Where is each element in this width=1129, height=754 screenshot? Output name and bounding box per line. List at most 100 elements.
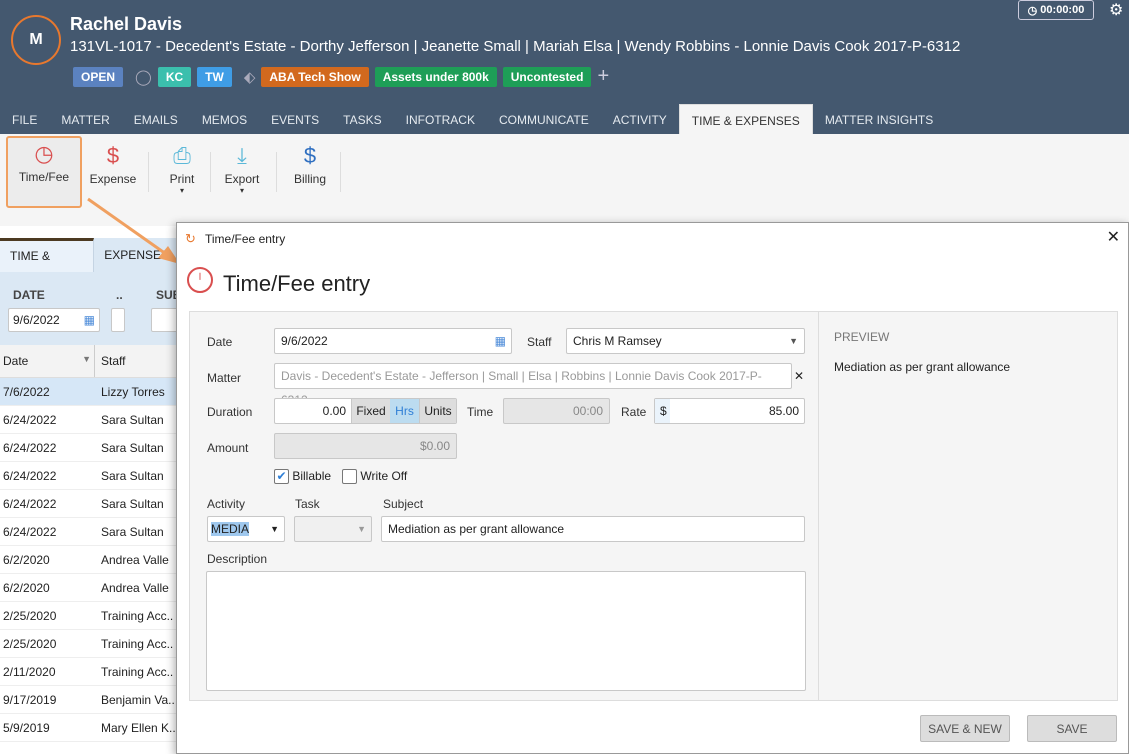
- cell-staff: Benjamin Va..: [101, 692, 175, 707]
- time-fee-dialog: ↻ Time/Fee entry ✕ ╵ Time/Fee entry PREV…: [176, 222, 1129, 754]
- cell-staff: Andrea Valle: [101, 552, 169, 567]
- save-button[interactable]: SAVE: [1027, 715, 1117, 742]
- billing-button[interactable]: $ Billing: [288, 140, 332, 186]
- table-row[interactable]: 2/11/2020 Training Acc..: [0, 658, 180, 686]
- table-row[interactable]: 9/17/2019 Benjamin Va..: [0, 686, 180, 714]
- cell-date: 6/24/2022: [3, 440, 57, 455]
- callout-arrow: [87, 197, 180, 264]
- date-input[interactable]: 9/6/2022 ▦: [274, 328, 512, 354]
- tag-badge[interactable]: ABA Tech Show: [261, 66, 369, 87]
- tab-infotrack[interactable]: INFOTRACK: [394, 104, 487, 134]
- sort-icon: ▼: [82, 354, 91, 364]
- chevron-down-icon: ▼: [270, 524, 279, 534]
- cell-staff: Sara Sultan: [101, 496, 164, 511]
- matter-input[interactable]: Davis - Decedent's Estate - Jefferson | …: [274, 363, 792, 407]
- tab-time-expenses[interactable]: TIME & EXPENSES: [678, 104, 813, 134]
- table-row[interactable]: 7/6/2022 Lizzy Torres: [0, 378, 180, 406]
- cell-date: 9/17/2019: [3, 692, 57, 707]
- subject-input[interactable]: Mediation as per grant allowance: [381, 516, 805, 542]
- duration-input[interactable]: 0.00: [275, 399, 351, 423]
- download-icon: ⤓: [237, 143, 247, 168]
- rate-input[interactable]: $85.00: [654, 398, 805, 424]
- timer-button[interactable]: ◷ 00:00:00: [1018, 0, 1094, 20]
- duration-mode-units[interactable]: Units: [419, 399, 456, 423]
- clock-icon: ◷: [1027, 4, 1041, 17]
- close-button[interactable]: ✕: [1107, 227, 1120, 247]
- cell-staff: Sara Sultan: [101, 412, 164, 427]
- preview-label: PREVIEW: [834, 330, 890, 344]
- export-button[interactable]: ⤓ Export ▾: [220, 140, 264, 195]
- clear-matter-button[interactable]: ✕: [794, 369, 804, 383]
- chevron-down-icon: ▼: [789, 336, 798, 346]
- table-row[interactable]: 6/24/2022 Sara Sultan: [0, 518, 180, 546]
- add-tag-button[interactable]: +: [597, 65, 609, 88]
- activity-select[interactable]: MEDIA ▼: [207, 516, 285, 542]
- cell-date: 6/2/2020: [3, 580, 50, 595]
- cell-date: 2/25/2020: [3, 636, 57, 651]
- write-off-checkbox[interactable]: Write Off: [342, 469, 407, 485]
- tab-events[interactable]: EVENTS: [259, 104, 331, 134]
- cell-staff: Andrea Valle: [101, 580, 169, 595]
- cell-date: 6/24/2022: [3, 496, 57, 511]
- table-row[interactable]: 6/24/2022 Sara Sultan: [0, 434, 180, 462]
- cell-date: 5/9/2019: [3, 720, 50, 735]
- calendar-icon: ▦: [494, 334, 506, 348]
- staff-select[interactable]: Chris M Ramsey ▼: [566, 328, 805, 354]
- time-input[interactable]: 00:00: [503, 398, 610, 424]
- export-label: Export: [224, 172, 260, 186]
- chevron-down-icon: ▼: [357, 524, 366, 534]
- filter-date-input[interactable]: 9/6/2022 ▦: [8, 308, 100, 332]
- task-select[interactable]: ▼: [294, 516, 372, 542]
- table-row[interactable]: 6/24/2022 Sara Sultan: [0, 406, 180, 434]
- clock-icon: ╵: [187, 267, 213, 293]
- cell-staff: Sara Sultan: [101, 524, 164, 539]
- tab-communicate[interactable]: COMMUNICATE: [487, 104, 601, 134]
- billable-checkbox[interactable]: ✔ Billable: [274, 469, 331, 485]
- billing-dollar-icon: $: [303, 143, 317, 168]
- cell-date: 2/25/2020: [3, 608, 57, 623]
- cell-date: 7/6/2022: [3, 384, 50, 399]
- tag-badge[interactable]: Uncontested: [502, 66, 592, 87]
- tab-matter-insights[interactable]: MATTER INSIGHTS: [813, 104, 945, 134]
- entries-panel: TIME & FEES EXPENSES DATE .. SUB 9/6/202…: [0, 226, 191, 754]
- description-textarea[interactable]: [206, 571, 806, 691]
- cell-staff: Lizzy Torres: [101, 384, 165, 399]
- duration-mode-hrs[interactable]: Hrs: [390, 399, 419, 423]
- cell-staff: Sara Sultan: [101, 468, 164, 483]
- column-header-staff[interactable]: Staff: [95, 345, 131, 377]
- preview-text: Mediation as per grant allowance: [834, 360, 1011, 374]
- billing-label: Billing: [293, 172, 326, 186]
- preview-pane: PREVIEW Mediation as per grant allowance: [818, 312, 1118, 700]
- cell-staff: Mary Ellen K..: [101, 720, 176, 735]
- filter-dots: ..: [116, 288, 123, 302]
- cell-staff: Training Acc..: [101, 664, 174, 679]
- cell-date: 6/2/2020: [3, 552, 50, 567]
- table-row[interactable]: 5/9/2019 Mary Ellen K..: [0, 714, 180, 742]
- cell-staff: Training Acc..: [101, 608, 174, 623]
- gear-icon[interactable]: ⚙: [1109, 0, 1123, 20]
- duration-mode-fixed[interactable]: Fixed: [351, 399, 390, 423]
- timer-value: 00:00:00: [1040, 4, 1085, 16]
- table-row[interactable]: 6/24/2022 Sara Sultan: [0, 462, 180, 490]
- dialog-window-title: Time/Fee entry: [205, 232, 286, 246]
- table-row[interactable]: 6/2/2020 Andrea Valle: [0, 546, 180, 574]
- tab-memos[interactable]: MEMOS: [190, 104, 259, 134]
- matter-title: 131VL-1017 - Decedent's Estate - Dorthy …: [70, 38, 961, 55]
- tag-icon: ⬖: [243, 68, 256, 86]
- table-row[interactable]: 6/2/2020 Andrea Valle: [0, 574, 180, 602]
- table-row[interactable]: 2/25/2020 Training Acc..: [0, 602, 180, 630]
- tag-badge[interactable]: Assets under 800k: [374, 66, 497, 87]
- save-new-button[interactable]: SAVE & NEW: [920, 715, 1010, 742]
- amount-input[interactable]: $0.00: [274, 433, 457, 459]
- cell-staff: Sara Sultan: [101, 440, 164, 455]
- table-row[interactable]: 2/25/2020 Training Acc..: [0, 630, 180, 658]
- tab-activity[interactable]: ACTIVITY: [601, 104, 679, 134]
- dialog-heading: Time/Fee entry: [223, 271, 371, 296]
- cell-date: 6/24/2022: [3, 524, 57, 539]
- assignee-badge[interactable]: TW: [197, 66, 232, 87]
- tab-tasks[interactable]: TASKS: [331, 104, 393, 134]
- filter-date-label: DATE: [13, 288, 45, 302]
- cell-date: 6/24/2022: [3, 468, 57, 483]
- column-header-date[interactable]: Date ▼: [0, 345, 95, 377]
- table-row[interactable]: 6/24/2022 Sara Sultan: [0, 490, 180, 518]
